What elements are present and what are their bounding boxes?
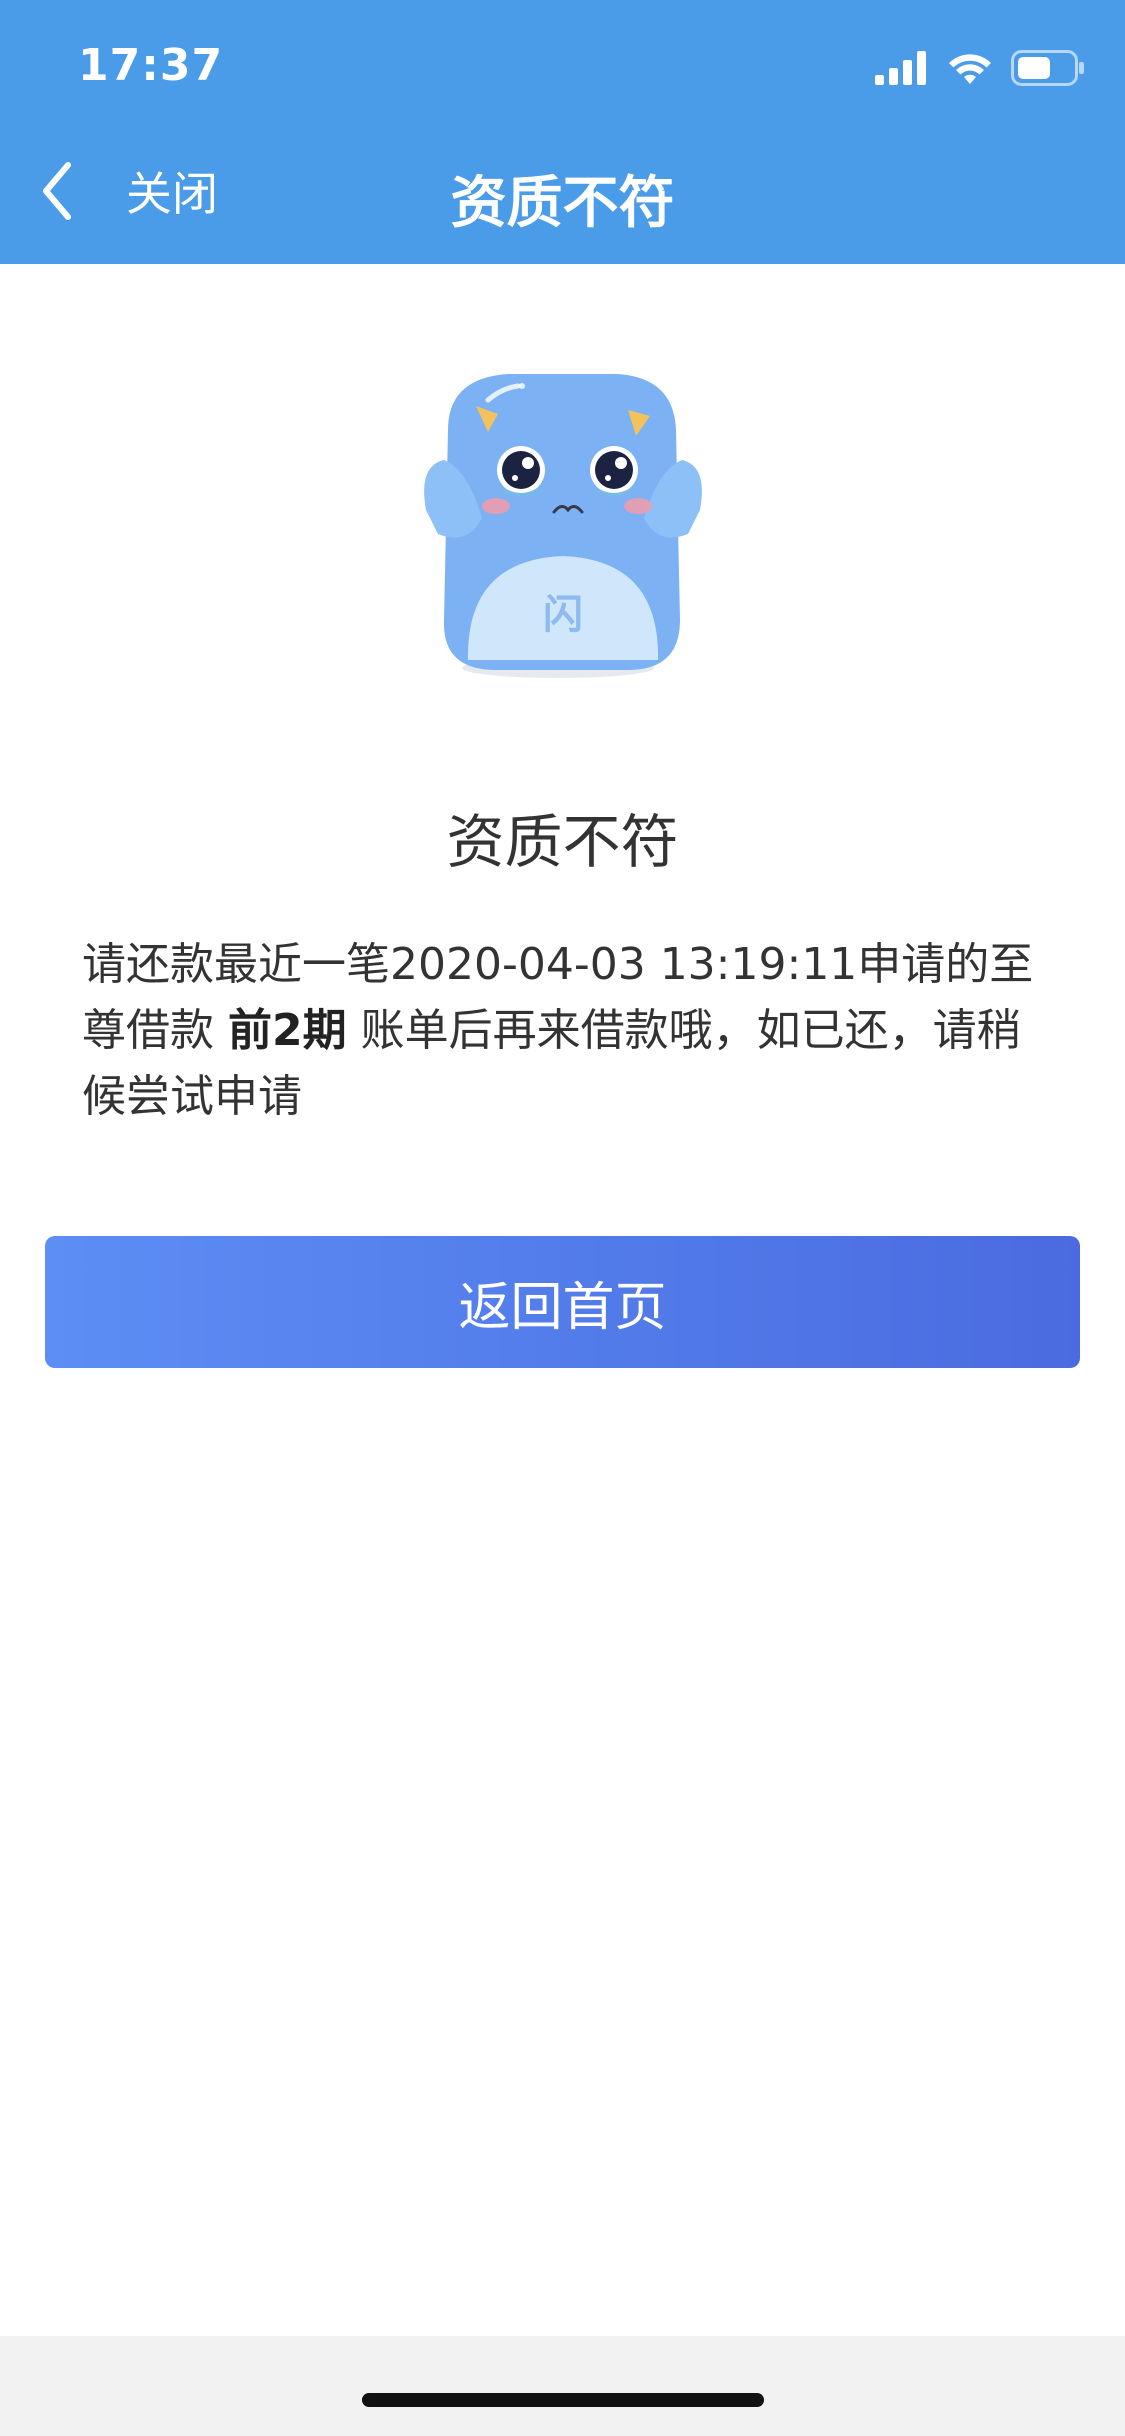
bottom-safe-area (0, 2336, 1125, 2436)
status-time: 17:37 (78, 40, 224, 91)
page: 17:37 关闭 资质不符 闪 资质不符 请还款最近一笔2020-04-03 1… (0, 0, 1125, 2436)
home-indicator[interactable] (362, 2393, 764, 2407)
back-button[interactable]: 关闭 (40, 158, 218, 224)
cellular-signal-icon (875, 51, 926, 85)
back-button-label: 关闭 (126, 167, 218, 221)
result-message: 请还款最近一笔2020-04-03 13:19:11申请的至尊借款 前2期 账单… (82, 932, 1042, 1130)
mascot-badge-text: 闪 (543, 592, 583, 638)
chevron-left-icon (43, 162, 71, 220)
status-icons (875, 50, 1085, 86)
sad-mascot-illustration: 闪 (424, 374, 702, 678)
return-home-button[interactable]: 返回首页 (45, 1236, 1080, 1368)
wifi-icon (949, 54, 991, 84)
result-title: 资质不符 (446, 808, 679, 876)
message-emphasis: 前2期 (228, 1005, 347, 1056)
header: 17:37 关闭 资质不符 (0, 0, 1125, 264)
battery-icon (1011, 50, 1084, 86)
